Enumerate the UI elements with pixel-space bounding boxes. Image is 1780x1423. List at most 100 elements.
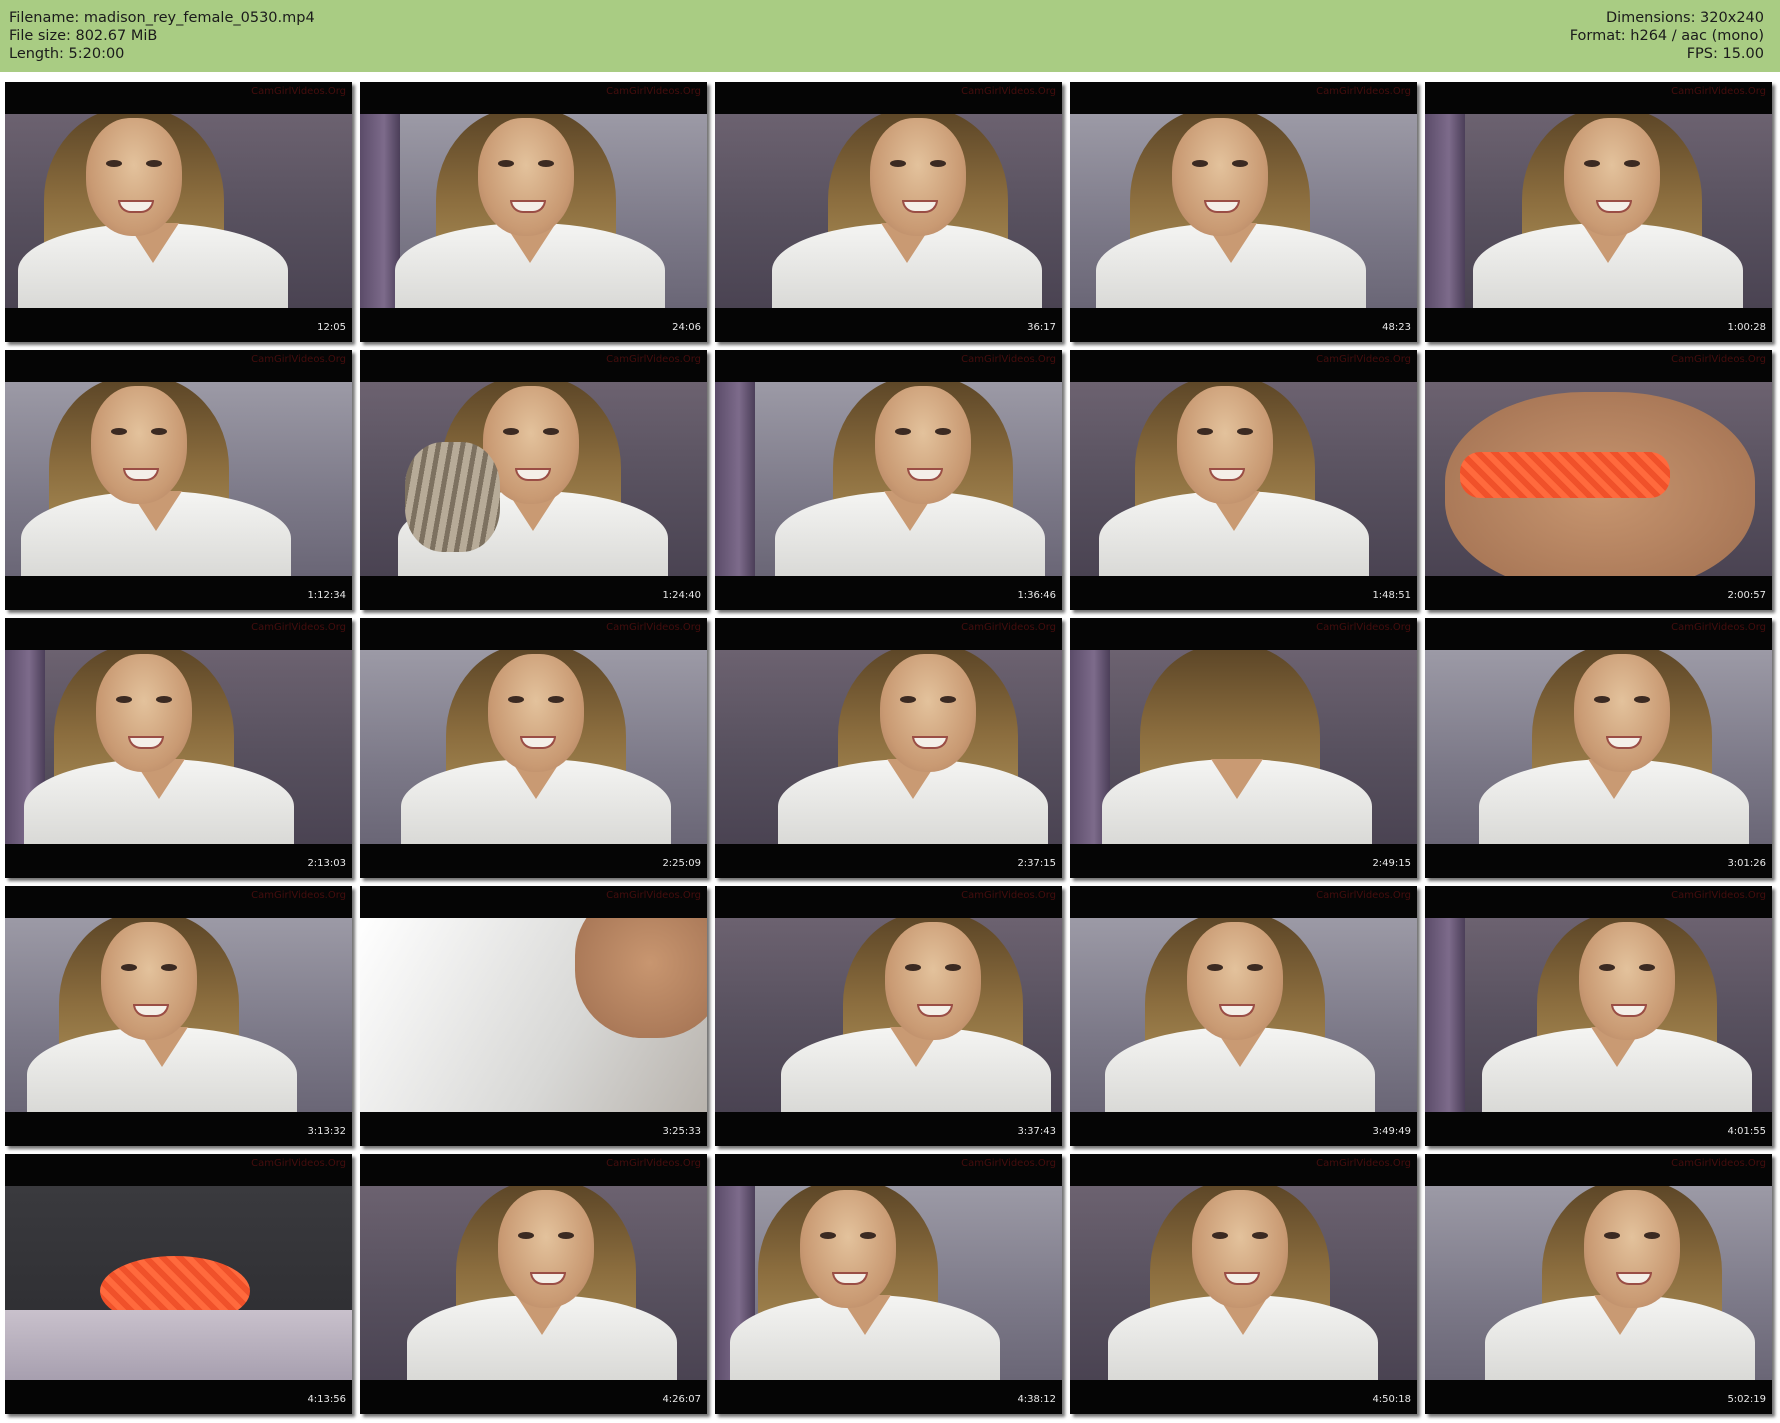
- thumbnail[interactable]: CamGirlVideos.Org 5:02:19: [1425, 1154, 1772, 1414]
- thumbnail[interactable]: CamGirlVideos.Org 12:05: [5, 82, 352, 342]
- format-text: Format: h264 / aac (mono): [1569, 28, 1764, 44]
- watermark-text: CamGirlVideos.Org: [606, 622, 701, 633]
- watermark-text: CamGirlVideos.Org: [606, 86, 701, 97]
- thumbnail[interactable]: CamGirlVideos.Org 3:49:49: [1070, 886, 1417, 1146]
- video-frame: [5, 918, 352, 1112]
- thumbnail-timestamp: 1:36:46: [1017, 590, 1056, 601]
- watermark-text: CamGirlVideos.Org: [251, 1158, 346, 1169]
- thumbnail-timestamp: 1:12:34: [307, 590, 346, 601]
- thumbnail-timestamp: 2:37:15: [1017, 858, 1056, 869]
- watermark-text: CamGirlVideos.Org: [961, 1158, 1056, 1169]
- video-frame: [715, 918, 1062, 1112]
- video-frame: [715, 382, 1062, 576]
- video-frame: [715, 1186, 1062, 1380]
- watermark-text: CamGirlVideos.Org: [1671, 622, 1766, 633]
- thumbnail-timestamp: 3:37:43: [1017, 1126, 1056, 1137]
- thumbnail[interactable]: CamGirlVideos.Org 3:01:26: [1425, 618, 1772, 878]
- thumbnail-timestamp: 2:49:15: [1372, 858, 1411, 869]
- watermark-text: CamGirlVideos.Org: [251, 354, 346, 365]
- thumbnail[interactable]: CamGirlVideos.Org 3:13:32: [5, 886, 352, 1146]
- video-frame: [1070, 918, 1417, 1112]
- thumbnail-timestamp: 4:26:07: [662, 1394, 701, 1405]
- watermark-text: CamGirlVideos.Org: [606, 354, 701, 365]
- video-frame: [1425, 382, 1772, 576]
- thumbnail-timestamp: 24:06: [672, 322, 701, 333]
- thumbnail[interactable]: CamGirlVideos.Org 36:17: [715, 82, 1062, 342]
- thumbnail-grid: CamGirlVideos.Org 12:05 CamGirlVideos.Org 2…: [5, 82, 1775, 1416]
- thumbnail[interactable]: CamGirlVideos.Org 4:13:56: [5, 1154, 352, 1414]
- video-frame: [715, 114, 1062, 308]
- thumbnail-timestamp: 48:23: [1382, 322, 1411, 333]
- watermark-text: CamGirlVideos.Org: [961, 354, 1056, 365]
- video-frame: [360, 114, 707, 308]
- video-frame: [1425, 918, 1772, 1112]
- thumbnail-timestamp: 3:13:32: [307, 1126, 346, 1137]
- watermark-text: CamGirlVideos.Org: [961, 622, 1056, 633]
- filesize-text: File size: 802.67 MiB: [9, 28, 158, 44]
- thumbnail[interactable]: CamGirlVideos.Org 2:37:15: [715, 618, 1062, 878]
- video-frame: [5, 382, 352, 576]
- video-frame: [715, 650, 1062, 844]
- video-frame: [1070, 650, 1417, 844]
- length-text: Length: 5:20:00: [9, 46, 125, 62]
- thumbnail[interactable]: CamGirlVideos.Org 1:36:46: [715, 350, 1062, 610]
- video-frame: [360, 650, 707, 844]
- video-frame: [360, 918, 707, 1112]
- video-frame: [1425, 650, 1772, 844]
- filename-text: Filename: madison_rey_female_0530.mp4: [9, 10, 315, 26]
- thumbnail[interactable]: CamGirlVideos.Org 24:06: [360, 82, 707, 342]
- video-frame: [1070, 114, 1417, 308]
- thumbnail[interactable]: CamGirlVideos.Org 4:38:12: [715, 1154, 1062, 1414]
- thumbnail-timestamp: 2:13:03: [307, 858, 346, 869]
- thumbnail[interactable]: CamGirlVideos.Org 1:48:51: [1070, 350, 1417, 610]
- video-frame: [360, 382, 707, 576]
- thumbnail-timestamp: 2:00:57: [1727, 590, 1766, 601]
- thumbnail[interactable]: CamGirlVideos.Org 3:25:33: [360, 886, 707, 1146]
- thumbnail[interactable]: CamGirlVideos.Org 2:25:09: [360, 618, 707, 878]
- watermark-text: CamGirlVideos.Org: [251, 890, 346, 901]
- thumbnail[interactable]: CamGirlVideos.Org 48:23: [1070, 82, 1417, 342]
- thumbnail[interactable]: CamGirlVideos.Org 2:49:15: [1070, 618, 1417, 878]
- watermark-text: CamGirlVideos.Org: [961, 890, 1056, 901]
- watermark-text: CamGirlVideos.Org: [1316, 354, 1411, 365]
- video-frame: [1070, 382, 1417, 576]
- watermark-text: CamGirlVideos.Org: [606, 890, 701, 901]
- thumbnail[interactable]: CamGirlVideos.Org 2:00:57: [1425, 350, 1772, 610]
- thumbnail-timestamp: 1:24:40: [662, 590, 701, 601]
- thumbnail-timestamp: 36:17: [1027, 322, 1056, 333]
- thumbnail-timestamp: 3:01:26: [1727, 858, 1766, 869]
- thumbnail[interactable]: CamGirlVideos.Org 1:00:28: [1425, 82, 1772, 342]
- thumbnail[interactable]: CamGirlVideos.Org 4:26:07: [360, 1154, 707, 1414]
- dimensions-text: Dimensions: 320x240: [1605, 10, 1764, 26]
- thumbnail-timestamp: 12:05: [317, 322, 346, 333]
- watermark-text: CamGirlVideos.Org: [1671, 1158, 1766, 1169]
- video-frame: [1425, 114, 1772, 308]
- thumbnail-timestamp: 1:48:51: [1372, 590, 1411, 601]
- thumbnail-timestamp: 4:50:18: [1372, 1394, 1411, 1405]
- watermark-text: CamGirlVideos.Org: [1671, 890, 1766, 901]
- file-info: Filename: madison_rey_female_0530.mp4 Fi…: [9, 9, 315, 63]
- thumbnail[interactable]: CamGirlVideos.Org 3:37:43: [715, 886, 1062, 1146]
- fps-text: FPS: 15.00: [1686, 46, 1764, 62]
- watermark-text: CamGirlVideos.Org: [251, 622, 346, 633]
- video-frame: [5, 1186, 352, 1380]
- video-frame: [360, 1186, 707, 1380]
- thumbnail[interactable]: CamGirlVideos.Org 1:12:34: [5, 350, 352, 610]
- video-frame: [5, 114, 352, 308]
- watermark-text: CamGirlVideos.Org: [1671, 86, 1766, 97]
- thumbnail[interactable]: CamGirlVideos.Org 4:01:55: [1425, 886, 1772, 1146]
- watermark-text: CamGirlVideos.Org: [251, 86, 346, 97]
- watermark-text: CamGirlVideos.Org: [606, 1158, 701, 1169]
- thumbnail-timestamp: 1:00:28: [1727, 322, 1766, 333]
- thumbnail[interactable]: CamGirlVideos.Org 2:13:03: [5, 618, 352, 878]
- watermark-text: CamGirlVideos.Org: [1316, 622, 1411, 633]
- thumbnail-timestamp: 3:25:33: [662, 1126, 701, 1137]
- video-frame: [1425, 1186, 1772, 1380]
- video-frame: [5, 650, 352, 844]
- watermark-text: CamGirlVideos.Org: [1316, 86, 1411, 97]
- thumbnail[interactable]: CamGirlVideos.Org 4:50:18: [1070, 1154, 1417, 1414]
- thumbnail-timestamp: 3:49:49: [1372, 1126, 1411, 1137]
- watermark-text: CamGirlVideos.Org: [961, 86, 1056, 97]
- thumbnail[interactable]: CamGirlVideos.Org 1:24:40: [360, 350, 707, 610]
- watermark-text: CamGirlVideos.Org: [1671, 354, 1766, 365]
